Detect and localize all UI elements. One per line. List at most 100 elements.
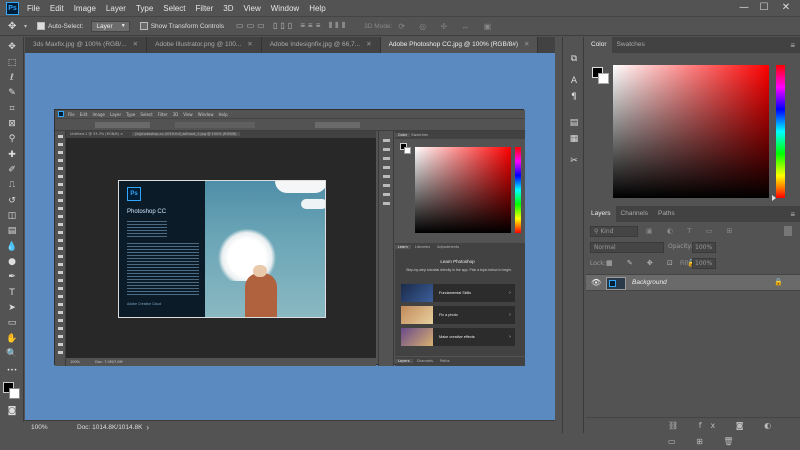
menu-window[interactable]: Window — [271, 4, 299, 13]
eyedropper-tool-icon[interactable]: ⚲ — [5, 133, 19, 146]
clone-stamp-tool-icon[interactable]: ⎍ — [5, 179, 19, 192]
move-tool-icon[interactable]: ✥ — [8, 21, 20, 32]
doc-tab-illustrator[interactable]: Adobe Illustrator.png @ 100... ✕ — [147, 37, 262, 53]
menu-type[interactable]: Type — [136, 4, 153, 13]
tool-preset-chevron-icon[interactable]: ▾ — [24, 23, 27, 30]
close-tab-icon[interactable]: ✕ — [524, 41, 529, 48]
libraries-panel-icon[interactable]: ▦ — [567, 133, 581, 146]
hand-tool-icon[interactable]: ✋ — [5, 333, 19, 346]
type-tool-icon[interactable]: T — [5, 287, 19, 300]
menu-layer[interactable]: Layer — [106, 4, 126, 13]
hue-slider[interactable] — [776, 65, 785, 198]
eraser-tool-icon[interactable]: ◫ — [5, 210, 19, 223]
crop-tool-icon[interactable]: ⌗ — [5, 103, 19, 116]
embedded-menu: Select — [140, 111, 153, 117]
menu-view[interactable]: View — [244, 4, 261, 13]
hue-slider-handle-icon[interactable] — [772, 195, 776, 201]
close-tab-icon[interactable]: ✕ — [133, 41, 138, 48]
move-tool-icon[interactable]: ✥ — [5, 41, 19, 54]
rectangle-tool-icon[interactable]: ▭ — [5, 317, 19, 330]
photoshop-splash: Ps Photoshop CC Adobe Creative Cloud — [118, 180, 326, 318]
visibility-eye-icon[interactable]: 👁 — [591, 278, 601, 287]
quick-mask-icon[interactable]: ◙ — [5, 405, 19, 418]
auto-select-control[interactable]: Auto-Select: — [37, 22, 83, 30]
options-bar: ✥ ▾ Auto-Select: Layer ▼ Show Transform … — [0, 17, 800, 36]
fill-label: Fill: — [680, 260, 691, 267]
fill-input[interactable]: 100% — [692, 258, 716, 269]
doc-tab-3ds-max[interactable]: 3ds Maxfix.jpg @ 100% (RGB/... ✕ — [25, 37, 148, 53]
properties-panel-icon[interactable]: ▤ — [567, 117, 581, 130]
embedded-menu: View — [183, 111, 193, 117]
more-tools-icon[interactable]: ••• — [5, 364, 19, 377]
embedded-tab-photoshop: (b)photoshop-cc-2019-full_without_1.jpg … — [132, 132, 240, 136]
blur-tool-icon[interactable]: 💧 — [5, 241, 19, 254]
background-color-swatch[interactable] — [598, 73, 609, 84]
menu-file[interactable]: File — [27, 4, 40, 13]
zoom-level[interactable]: 100% — [31, 424, 71, 431]
pen-tool-icon[interactable]: ✒ — [5, 271, 19, 284]
auto-select-checkbox[interactable] — [37, 22, 46, 30]
close-button[interactable]: ✕ — [778, 1, 794, 15]
tools-panel: ✥ ⬚ ℓ ✎ ⌗ ⊠ ⚲ ✚ ✐ ⎍ ↺ ◫ ▤ 💧 ● ✒ T ➤ ▭ ✋ … — [0, 37, 24, 422]
brush-tool-icon[interactable]: ✐ — [5, 164, 19, 177]
tab-paths[interactable]: Paths — [653, 206, 680, 222]
doc-tab-indesign[interactable]: Adobe Indesignfix.jpg @ 66,7... ✕ — [262, 37, 381, 53]
zoom-tool-icon[interactable]: 🔍 — [5, 348, 19, 361]
embedded-color-tabs: Color Swatches — [395, 131, 525, 139]
character-panel-icon[interactable]: A — [567, 75, 581, 88]
paragraph-panel-icon[interactable]: ¶ — [567, 91, 581, 104]
doc-tab-label: Adobe Indesignfix.jpg @ 66,7... — [269, 41, 361, 48]
menu-help[interactable]: Help — [309, 4, 325, 13]
status-bar: 100% Doc: 1014.8K/1014.8K › — [25, 420, 555, 433]
tab-color[interactable]: Color — [586, 37, 612, 53]
layer-thumbnail — [606, 277, 626, 290]
tab-channels[interactable]: Channels — [616, 206, 653, 222]
embedded-tools — [55, 131, 66, 366]
marquee-tool-icon[interactable]: ⬚ — [5, 57, 19, 70]
show-transform-control[interactable]: Show Transform Controls — [139, 22, 224, 30]
lasso-tool-icon[interactable]: ℓ — [5, 72, 19, 85]
menu-edit[interactable]: Edit — [50, 4, 64, 13]
menu-image[interactable]: Image — [74, 4, 96, 13]
dodge-tool-icon[interactable]: ● — [5, 256, 19, 269]
close-tab-icon[interactable]: ✕ — [366, 41, 371, 48]
doc-tab-photoshop[interactable]: Adobe Photoshop CC.jpg @ 100% (RGB/8#) ✕ — [380, 37, 539, 53]
filter-toggle[interactable] — [784, 226, 792, 236]
layer-filter-icons[interactable]: ▣ ◐ T ▭ ⊞ — [646, 227, 738, 235]
gradient-tool-icon[interactable]: ▤ — [5, 225, 19, 238]
document-canvas[interactable]: File Edit Image Layer Type Select Filter… — [25, 53, 555, 420]
panel-menu-icon[interactable]: ≡ — [790, 41, 795, 50]
layer-filter-kind[interactable]: ⚲ Kind — [590, 226, 638, 237]
history-brush-tool-icon[interactable]: ↺ — [5, 195, 19, 208]
tools-settings-icon[interactable]: ✂ — [567, 155, 581, 168]
color-picker-field[interactable] — [613, 65, 769, 198]
minimize-button[interactable]: — — [736, 1, 752, 15]
close-tab-icon[interactable]: ✕ — [247, 41, 252, 48]
menu-3d[interactable]: 3D — [223, 4, 233, 13]
auto-select-dropdown[interactable]: Layer ▼ — [91, 20, 130, 32]
embedded-menu: Image — [92, 111, 105, 117]
background-color-swatch[interactable] — [9, 388, 20, 399]
opacity-input[interactable]: 100% — [692, 242, 716, 253]
healing-brush-tool-icon[interactable]: ✚ — [5, 149, 19, 162]
blend-mode-dropdown[interactable]: Normal — [590, 242, 664, 253]
maximize-button[interactable]: ☐ — [756, 1, 772, 15]
align-icons[interactable]: ▭▭▭ ▯▯▯ ≡≡≡ ⦀⦀⦀ — [236, 21, 348, 31]
tab-swatches[interactable]: Swatches — [612, 37, 650, 53]
quick-select-tool-icon[interactable]: ✎ — [5, 87, 19, 100]
path-selection-tool-icon[interactable]: ➤ — [5, 302, 19, 315]
menu-filter[interactable]: Filter — [196, 4, 214, 13]
layer-row-background[interactable]: 👁 Background 🔒 — [586, 274, 800, 291]
show-transform-checkbox[interactable] — [139, 22, 148, 30]
doc-tab-label: Adobe Illustrator.png @ 100... — [155, 41, 242, 48]
status-chevron-icon[interactable]: › — [146, 423, 149, 432]
frame-tool-icon[interactable]: ⊠ — [5, 118, 19, 131]
history-panel-icon[interactable]: ⧉ — [567, 53, 581, 66]
mode-3d-icons[interactable]: ⟳ ◎ ✢ ↔ ▣ — [398, 22, 497, 31]
menu-select[interactable]: Select — [163, 4, 185, 13]
layers-footer-buttons[interactable]: ⛓ fx ◙ ◐ ▭ ⊞ 🗑 — [586, 417, 800, 446]
tab-layers[interactable]: Layers — [586, 206, 616, 222]
right-panels: Color Swatches ≡ Layers Channels Paths ≡… — [586, 37, 800, 446]
panel-menu-icon[interactable]: ≡ — [790, 210, 795, 219]
kind-label: Kind — [600, 228, 614, 235]
